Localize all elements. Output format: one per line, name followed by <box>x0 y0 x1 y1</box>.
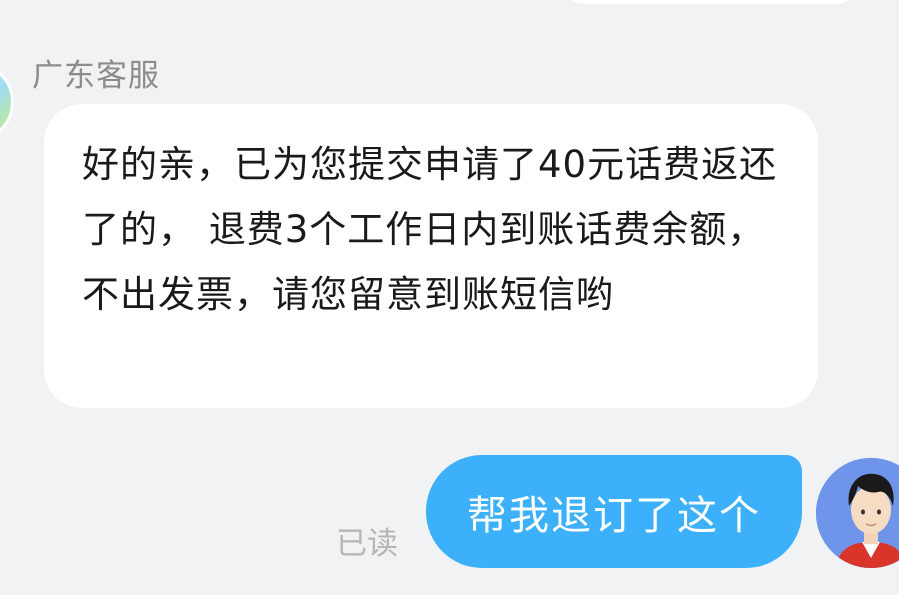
agent-message-bubble[interactable]: 好的亲，已为您提交申请了40元话费返还了的， 退费3个工作日内到账话费余额，不出… <box>44 104 818 408</box>
previous-message-bubble <box>560 0 860 4</box>
agent-avatar[interactable] <box>0 62 14 142</box>
user-message-text: 帮我退订了这个 <box>467 492 761 539</box>
person-avatar-icon <box>816 458 899 568</box>
agent-message-text: 好的亲，已为您提交申请了40元话费返还了的， 退费3个工作日内到账话费余额，不出… <box>82 143 778 316</box>
agent-name: 广东客服 <box>32 58 160 94</box>
user-avatar[interactable] <box>816 458 899 568</box>
read-status: 已读 <box>336 526 398 562</box>
user-message-bubble[interactable]: 帮我退订了这个 <box>426 455 802 568</box>
